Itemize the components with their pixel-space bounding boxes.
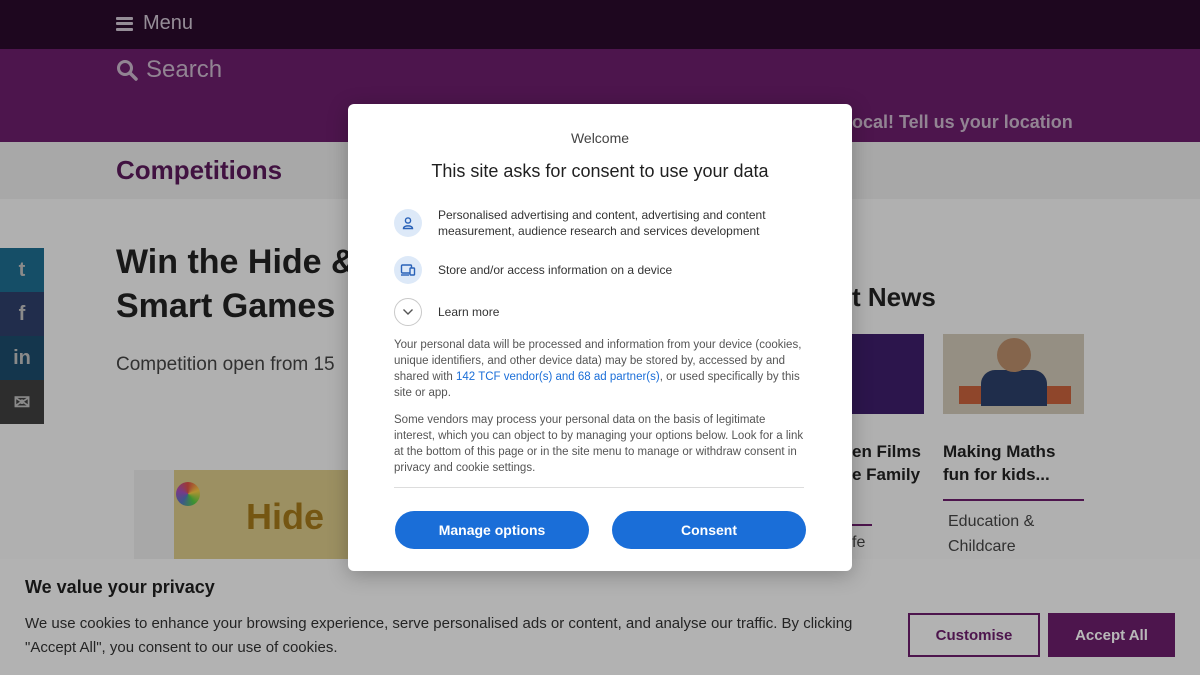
purpose-item: Personalised advertising and content, ad… <box>394 207 808 239</box>
purpose-text: Personalised advertising and content, ad… <box>438 208 766 238</box>
purpose-text: Store and/or access information on a dev… <box>438 263 673 277</box>
learn-more-toggle[interactable]: Learn more <box>394 298 808 326</box>
learn-more-label[interactable]: Learn more <box>438 304 808 320</box>
dialog-welcome: Welcome <box>570 130 630 146</box>
chevron-down-icon[interactable] <box>394 298 422 326</box>
divider <box>394 487 804 488</box>
consent-paragraph: Your personal data will be processed and… <box>394 337 806 401</box>
consent-paragraph: Some vendors may process your personal d… <box>394 414 804 474</box>
vendors-link[interactable]: 142 TCF vendor(s) and 68 ad partner(s) <box>456 371 660 383</box>
device-icon <box>394 256 422 284</box>
person-icon <box>394 209 422 237</box>
consent-button[interactable]: Consent <box>612 511 806 549</box>
consent-dialog: Welcome This site asks for consent to us… <box>348 104 852 571</box>
purpose-item: Store and/or access information on a dev… <box>394 256 808 284</box>
manage-options-button[interactable]: Manage options <box>395 511 589 549</box>
dialog-heading: This site asks for consent to use your d… <box>431 161 769 181</box>
